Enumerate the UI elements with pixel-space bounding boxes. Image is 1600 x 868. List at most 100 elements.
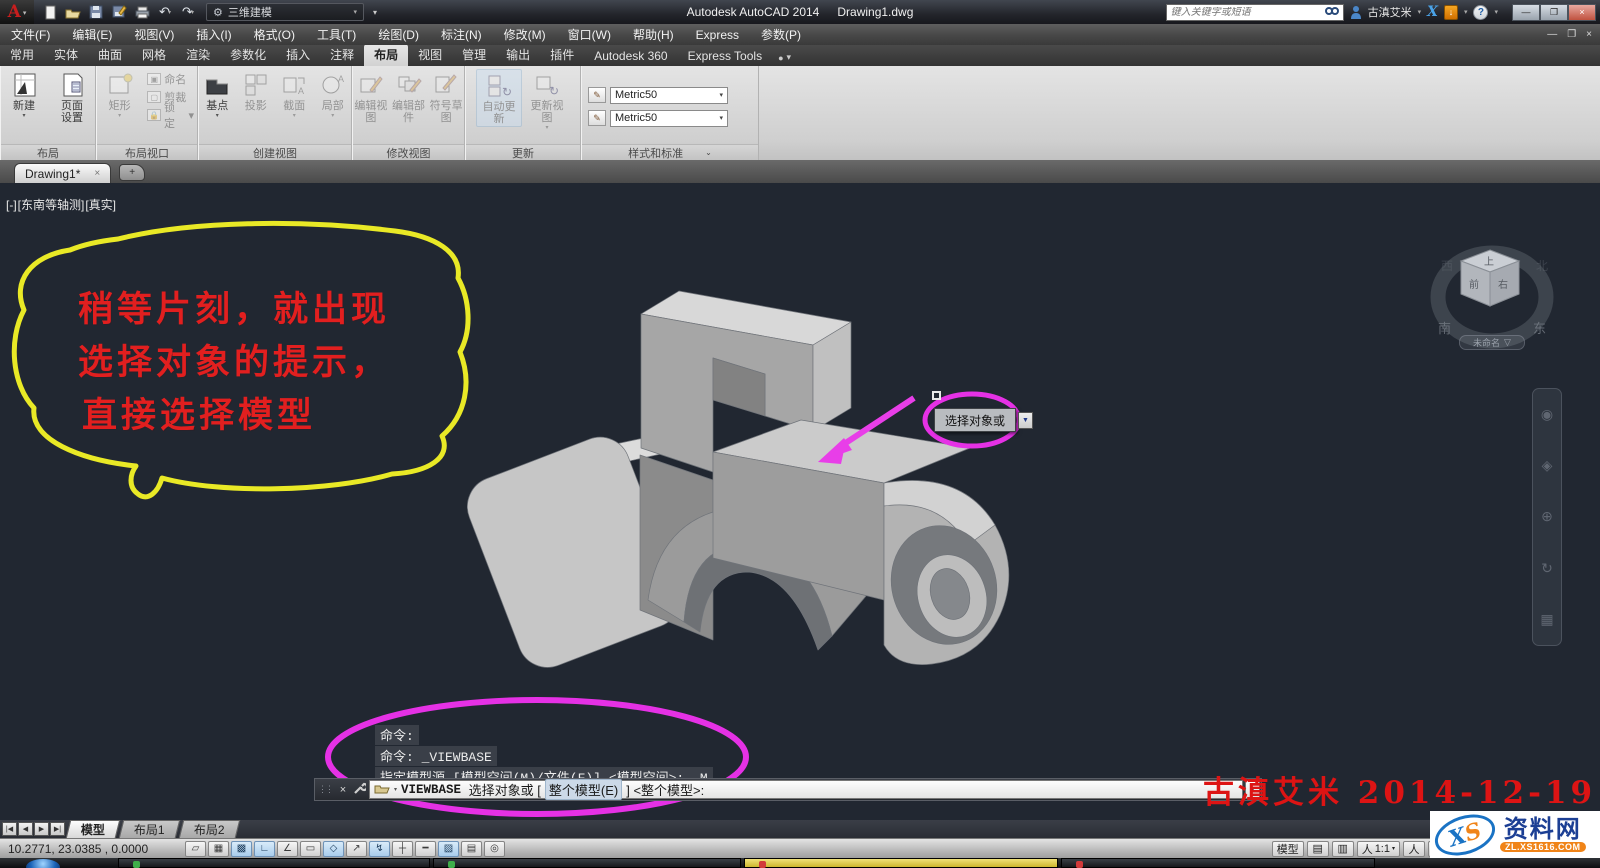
- detail-view-button[interactable]: A 局部 ▾: [315, 69, 352, 120]
- page-setup-button[interactable]: 页面设置: [49, 69, 95, 125]
- ribbon-tab-plugins[interactable]: 插件: [540, 44, 584, 66]
- prompt-options-button[interactable]: ▼: [1018, 412, 1033, 429]
- menu-view[interactable]: 视图(V): [123, 24, 185, 45]
- object-snap-3d-toggle[interactable]: ◇: [323, 841, 344, 857]
- help-icon[interactable]: ?: [1473, 5, 1488, 20]
- ribbon-tab-parametric[interactable]: 参数化: [220, 44, 276, 66]
- menu-modify[interactable]: 修改(M): [493, 24, 557, 45]
- orbit-icon[interactable]: ↻: [1541, 560, 1553, 577]
- qat-customize-button[interactable]: ▾: [366, 3, 386, 21]
- symbol-sketch-button[interactable]: 符号草图: [428, 69, 464, 125]
- viewport-view-link[interactable]: [东南等轴测]: [18, 198, 85, 212]
- viewcube-ucs-dropdown[interactable]: 未命名▽: [1459, 335, 1525, 350]
- update-view-button[interactable]: ↻ 更新视图 ▾: [524, 69, 570, 132]
- drawing-viewport[interactable]: 西 北 南 东 上 前 右 [-][东南等轴测][真实] 稍等片刻，就出现 选择…: [0, 183, 1600, 820]
- panel-title-layout[interactable]: 布局: [1, 144, 95, 160]
- rect-viewport-button[interactable]: 矩形 ▾: [97, 69, 142, 120]
- doc-minimize-icon[interactable]: —: [1547, 29, 1557, 40]
- command-option-entire-model[interactable]: 整个模型(E): [545, 779, 622, 800]
- command-input[interactable]: ▾ VIEWBASE 选择对象或 [整个模型(E)] <整个模型>:: [369, 780, 1243, 799]
- menu-file[interactable]: 文件(F): [0, 24, 61, 45]
- customize-wrench-icon[interactable]: [351, 782, 367, 798]
- workspace-switcher[interactable]: ⚙ 三维建模 ▾: [206, 3, 364, 21]
- menu-tools[interactable]: 工具(T): [306, 24, 367, 45]
- undo-button[interactable]: ↶▾: [155, 3, 175, 21]
- auto-update-button[interactable]: ↻ 自动更新: [476, 69, 522, 127]
- tab-layout2[interactable]: 布局2: [178, 820, 239, 838]
- ribbon-tab-render[interactable]: 渲染: [176, 44, 220, 66]
- exchange-apps-icon[interactable]: X: [1427, 4, 1438, 20]
- ribbon-tab-layout[interactable]: 布局: [364, 44, 408, 66]
- annot-style-dropdown[interactable]: Metric50▾: [610, 110, 728, 127]
- annotation-scale-button[interactable]: 人1:1▾: [1357, 841, 1400, 857]
- next-tab-button[interactable]: ▶: [34, 822, 49, 836]
- lineweight-toggle[interactable]: ━: [415, 841, 436, 857]
- pan-icon[interactable]: ◈: [1542, 457, 1553, 474]
- menu-help[interactable]: 帮助(H): [622, 24, 685, 45]
- doc-close-icon[interactable]: ×: [1586, 29, 1592, 40]
- file-tab-drawing1[interactable]: Drawing1* ×: [14, 163, 111, 183]
- close-button[interactable]: ×: [1568, 4, 1596, 21]
- recent-commands-icon[interactable]: [374, 782, 390, 797]
- quick-view-drawings-button[interactable]: ▥: [1332, 841, 1354, 857]
- tab-layout1[interactable]: 布局1: [119, 820, 180, 838]
- download-icon[interactable]: ↓: [1444, 5, 1458, 20]
- prev-tab-button[interactable]: ◀: [18, 822, 33, 836]
- ribbon-tab-view[interactable]: 视图: [408, 44, 452, 66]
- taskbar-app-1[interactable]: [118, 858, 430, 868]
- selection-cycling-toggle[interactable]: ◎: [484, 841, 505, 857]
- connect-icon[interactable]: ●▾: [778, 52, 791, 66]
- quick-view-layouts-button[interactable]: ▤: [1307, 841, 1329, 857]
- first-tab-button[interactable]: |◀: [2, 822, 17, 836]
- signed-in-user[interactable]: 古滇艾米: [1368, 4, 1412, 20]
- edit-view-button[interactable]: 编辑视图: [353, 69, 389, 125]
- projected-view-button[interactable]: 投影: [238, 69, 275, 113]
- ribbon-tab-annotate[interactable]: 注释: [320, 44, 364, 66]
- file-tab-close-icon[interactable]: ×: [94, 168, 100, 179]
- new-layout-button[interactable]: 新建 ▾: [1, 69, 47, 120]
- plot-button[interactable]: [132, 3, 152, 21]
- viewport-visualstyle-link[interactable]: [真实]: [85, 198, 116, 212]
- command-bar-drag-handle[interactable]: ⋮⋮: [315, 784, 335, 795]
- start-button[interactable]: [26, 859, 60, 868]
- infer-constraints-toggle[interactable]: ▱: [185, 841, 206, 857]
- ribbon-tab-autodesk360[interactable]: Autodesk 360: [584, 47, 677, 66]
- redo-button[interactable]: ↷▾: [178, 3, 198, 21]
- ribbon-tab-home[interactable]: 常用: [0, 44, 44, 66]
- taskbar-app-3[interactable]: [744, 858, 1058, 868]
- menu-parametric[interactable]: 参数(P): [750, 24, 812, 45]
- transparency-toggle[interactable]: ▨: [438, 841, 459, 857]
- viewport-controls-link[interactable]: [-]: [6, 198, 17, 212]
- ortho-mode-toggle[interactable]: ∟: [254, 841, 275, 857]
- ribbon-tab-manage[interactable]: 管理: [452, 44, 496, 66]
- open-file-button[interactable]: [63, 3, 83, 21]
- dim-style-dropdown[interactable]: Metric50▾: [610, 87, 728, 104]
- ribbon-tab-solid[interactable]: 实体: [44, 44, 88, 66]
- dynamic-input-toggle[interactable]: ┼: [392, 841, 413, 857]
- edit-components-button[interactable]: 编辑部件: [391, 69, 427, 125]
- panel-title-update[interactable]: 更新: [466, 144, 580, 160]
- search-input[interactable]: [1171, 7, 1325, 18]
- lock-viewport-button[interactable]: 🔒锁定▾: [144, 107, 197, 123]
- polar-tracking-toggle[interactable]: ∠: [277, 841, 298, 857]
- menu-format[interactable]: 格式(O): [243, 24, 306, 45]
- panel-title-modify-views[interactable]: 修改视图: [353, 144, 464, 160]
- save-button[interactable]: [86, 3, 106, 21]
- menu-insert[interactable]: 插入(I): [185, 24, 242, 45]
- panel-title-styles[interactable]: 样式和标准⌄: [582, 144, 758, 160]
- object-snap-toggle[interactable]: ▭: [300, 841, 321, 857]
- named-viewport-button[interactable]: ▣命名: [144, 71, 197, 87]
- save-as-button[interactable]: [109, 3, 129, 21]
- app-logo[interactable]: A▾: [0, 0, 34, 24]
- annotation-visibility-button[interactable]: 人: [1403, 841, 1425, 857]
- ribbon-tab-mesh[interactable]: 网格: [132, 44, 176, 66]
- menu-express[interactable]: Express: [685, 24, 750, 45]
- minimize-button[interactable]: —: [1512, 4, 1540, 21]
- new-drawing-tab-button[interactable]: +: [119, 164, 145, 181]
- grid-display-toggle[interactable]: ▩: [231, 841, 252, 857]
- taskbar-app-4[interactable]: [1061, 858, 1375, 868]
- ribbon-tab-surface[interactable]: 曲面: [88, 44, 132, 66]
- snap-mode-toggle[interactable]: ▦: [208, 841, 229, 857]
- ribbon-tab-output[interactable]: 输出: [496, 44, 540, 66]
- dynamic-ucs-toggle[interactable]: ↯: [369, 841, 390, 857]
